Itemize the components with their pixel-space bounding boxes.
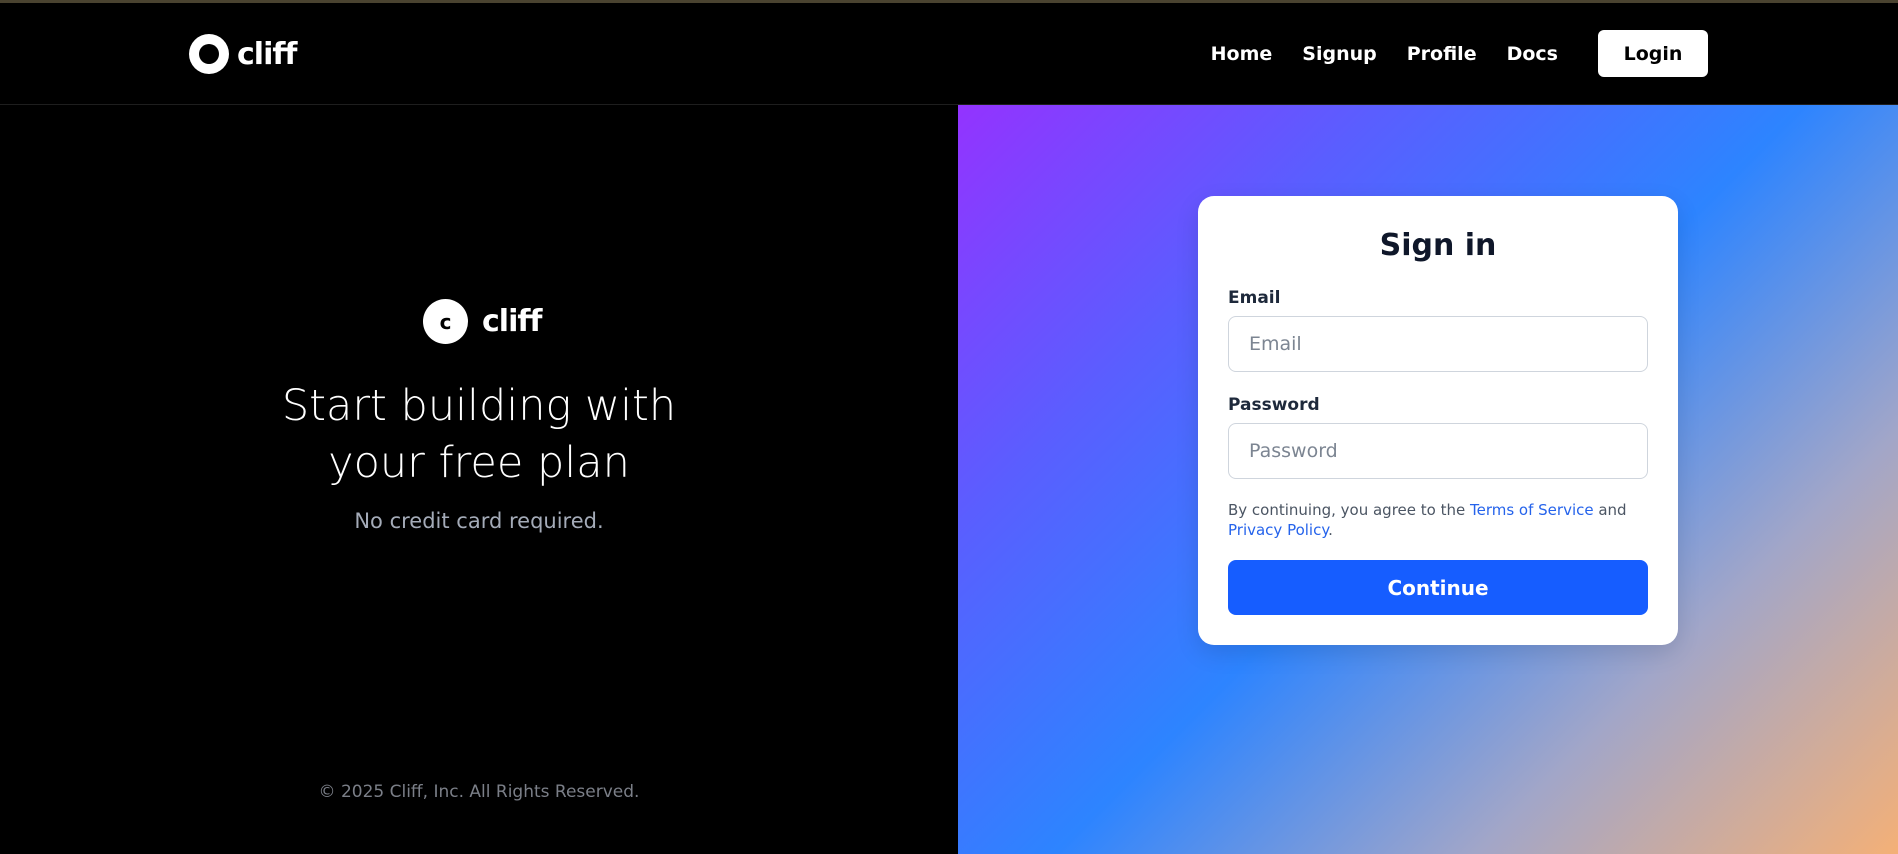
email-label: Email	[1228, 288, 1281, 308]
login-button[interactable]: Login	[1598, 30, 1708, 77]
password-field[interactable]	[1228, 423, 1648, 479]
terms-and: and	[1593, 501, 1627, 519]
hero-logo: c cliff	[423, 299, 542, 344]
terms-prefix: By continuing, you agree to the	[1228, 501, 1470, 519]
hero-headline: Start building with your free plan	[0, 378, 958, 492]
signin-title: Sign in	[1379, 228, 1497, 263]
headline-line-2: your free plan	[328, 438, 630, 488]
email-field[interactable]	[1228, 316, 1648, 372]
top-navbar: cliff Home Signup Profile Docs Login	[0, 3, 1898, 105]
hero-subline: No credit card required.	[354, 509, 604, 533]
logo-circle-icon: c	[423, 299, 468, 344]
nav-link-docs[interactable]: Docs	[1507, 43, 1558, 65]
nav-links: Home Signup Profile Docs	[1211, 33, 1558, 75]
brand-logo[interactable]: cliff	[189, 33, 297, 75]
brand-name: cliff	[237, 36, 297, 72]
copyright-text: © 2025 Cliff, Inc. All Rights Reserved.	[318, 782, 640, 802]
terms-notice: By continuing, you agree to the Terms of…	[1228, 500, 1648, 540]
hero-panel: c cliff Start building with your free pl…	[0, 105, 958, 854]
ring-logo-icon	[189, 34, 229, 74]
hero-brand-name: cliff	[482, 304, 542, 339]
terms-suffix: .	[1328, 521, 1333, 539]
nav-link-profile[interactable]: Profile	[1407, 43, 1477, 65]
terms-of-service-link[interactable]: Terms of Service	[1470, 501, 1594, 519]
signin-card: Sign in Email Password By continuing, yo…	[1198, 196, 1678, 645]
privacy-policy-link[interactable]: Privacy Policy	[1228, 521, 1328, 539]
continue-button[interactable]: Continue	[1228, 560, 1648, 615]
nav-link-home[interactable]: Home	[1211, 43, 1273, 65]
nav-link-signup[interactable]: Signup	[1302, 43, 1376, 65]
password-label: Password	[1228, 395, 1320, 415]
headline-line-1: Start building with	[281, 381, 677, 431]
